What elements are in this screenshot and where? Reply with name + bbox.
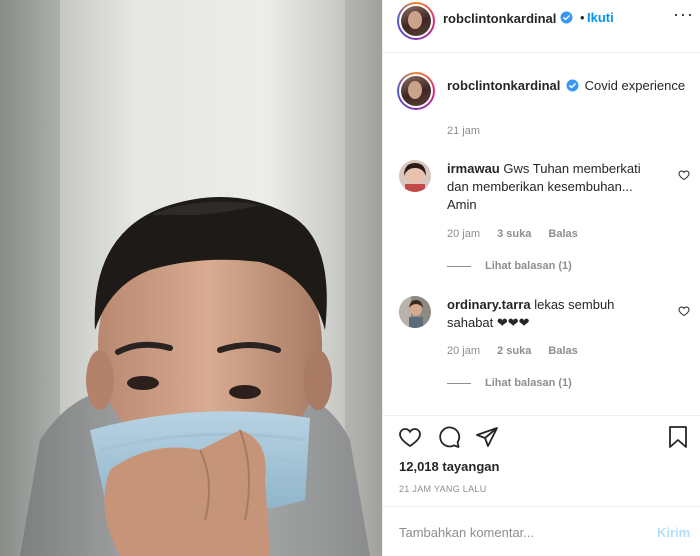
verified-badge-icon <box>560 11 573 29</box>
comment-like-icon[interactable] <box>678 168 690 186</box>
comment-meta: 20 jam 3 suka Balas <box>447 228 592 240</box>
comment-bubble-icon[interactable] <box>437 425 461 454</box>
views-count[interactable]: 12,018 tayangan <box>399 459 499 474</box>
post-media-photo[interactable] <box>0 0 382 556</box>
post-details-panel: robclintonkardinal • Ikuti ··· robclinto… <box>382 0 700 556</box>
post-header: robclintonkardinal • Ikuti ··· <box>383 0 700 40</box>
view-replies-button[interactable]: Lihat balasan (1) <box>447 377 572 389</box>
comment-text-block: irmawau Gws Tuhan memberkati dan memberi… <box>447 160 659 214</box>
heart-icon[interactable] <box>397 425 423 454</box>
actions-divider <box>383 415 700 416</box>
view-replies-button[interactable]: Lihat balasan (1) <box>447 260 572 272</box>
add-comment-input[interactable] <box>399 518 639 546</box>
follow-button[interactable]: Ikuti <box>587 10 614 25</box>
comment-username[interactable]: ordinary.tarra <box>447 297 531 312</box>
header-divider <box>383 52 700 53</box>
comment-meta: 20 jam 2 suka Balas <box>447 345 592 357</box>
caption-text: Covid experience <box>584 78 686 93</box>
caption-username[interactable]: robclintonkardinal <box>447 78 560 93</box>
comment-text-block: ordinary.tarra lekas sembuh sahabat ❤❤❤ <box>447 296 659 332</box>
author-username[interactable]: robclintonkardinal <box>443 11 556 26</box>
verified-badge-icon <box>566 79 579 92</box>
post-timestamp[interactable]: 21 JAM YANG LALU <box>399 484 487 494</box>
add-comment-divider <box>383 506 700 507</box>
reply-button[interactable]: Balas <box>548 228 577 240</box>
caption-text-block: robclintonkardinal Covid experience <box>447 77 687 95</box>
comment-time[interactable]: 20 jam <box>447 345 480 357</box>
view-replies-label: Lihat balasan (1) <box>485 260 572 272</box>
comment-likes[interactable]: 3 suka <box>497 228 531 240</box>
comment-time[interactable]: 20 jam <box>447 228 480 240</box>
caption-avatar[interactable] <box>397 72 435 110</box>
post-comment-button[interactable]: Kirim <box>657 525 690 540</box>
replies-line <box>447 265 471 267</box>
bookmark-icon[interactable] <box>667 425 689 454</box>
separator-dot: • <box>580 10 585 25</box>
replies-line <box>447 382 471 384</box>
author-avatar[interactable] <box>397 2 435 40</box>
more-options-icon[interactable]: ··· <box>673 4 694 25</box>
paper-plane-icon[interactable] <box>475 425 499 454</box>
comment-likes[interactable]: 2 suka <box>497 345 531 357</box>
commenter-avatar[interactable] <box>399 160 431 192</box>
comment-username[interactable]: irmawau <box>447 161 500 176</box>
reply-button[interactable]: Balas <box>548 345 577 357</box>
comment-like-icon[interactable] <box>678 304 690 322</box>
caption-time[interactable]: 21 jam <box>447 125 480 137</box>
view-replies-label: Lihat balasan (1) <box>485 377 572 389</box>
commenter-avatar[interactable] <box>399 296 431 328</box>
action-bar <box>397 425 693 451</box>
photo-illustration <box>0 0 382 556</box>
